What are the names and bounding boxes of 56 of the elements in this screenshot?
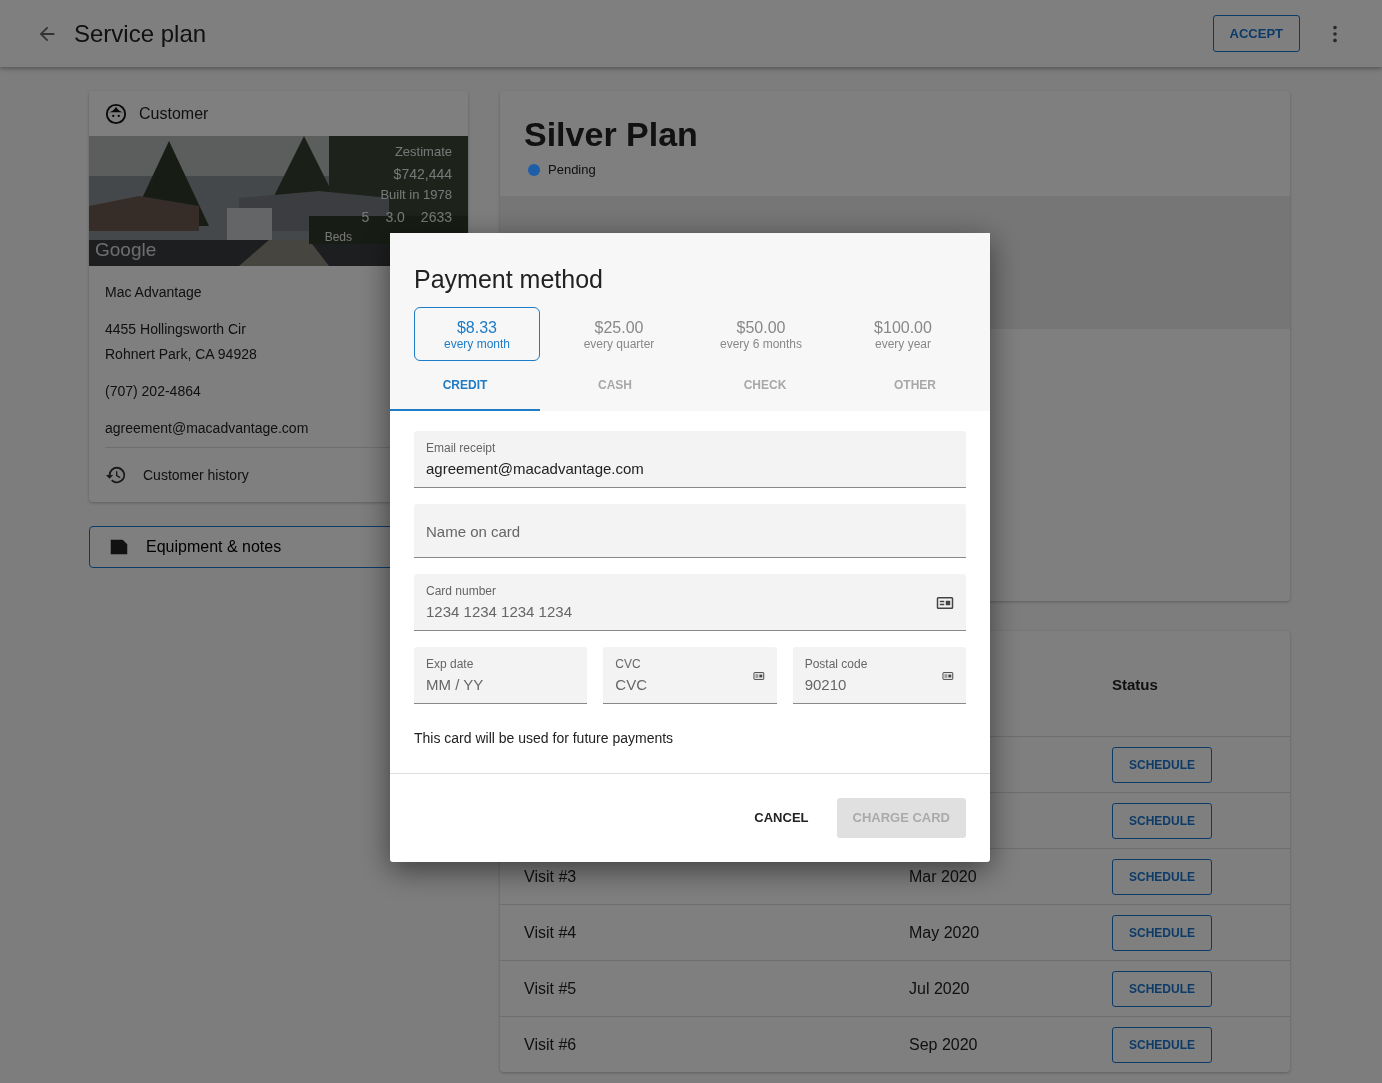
customer-name: Mac Advantage <box>105 283 203 302</box>
zestimate-label: Zestimate <box>393 143 452 161</box>
schedule-button[interactable]: SCHEDULE <box>1112 914 1212 951</box>
page-title: Service plan <box>74 18 207 49</box>
input-field[interactable]: CVC <box>615 674 745 697</box>
zestimate-value: $742,444 <box>392 164 452 184</box>
input-field[interactable]: 90210 <box>804 674 935 697</box>
field-label: Card number <box>426 583 498 601</box>
input-field[interactable]: MM / YY <box>426 674 576 697</box>
visit-date: Mar 2020 <box>909 866 978 887</box>
schedule-button[interactable]: SCHEDULE <box>1112 802 1212 839</box>
built-year: Built in 1978 <box>379 186 452 205</box>
price-option[interactable]: $8.33 every month <box>414 306 540 362</box>
card-title: Customer <box>139 103 209 124</box>
visit-name: Visit #4 <box>524 922 578 943</box>
face-icon <box>105 102 127 125</box>
helper-text: This card will be used for future payments <box>414 729 675 749</box>
field-label: Exp date <box>426 656 475 674</box>
input-field[interactable]: Name on card <box>426 520 954 544</box>
input-field[interactable]: Email receipt agreement@macadvantage.com <box>414 431 966 489</box>
input-field[interactable]: Postal code 90210 <box>792 647 966 705</box>
input-field[interactable]: CVC CVC <box>603 647 777 705</box>
plan-title: Silver Plan <box>524 114 699 155</box>
email-address: agreement@macadvantage.com <box>105 419 310 438</box>
photo-credit: Google <box>95 237 157 262</box>
visit-date: Jul 2020 <box>909 978 971 999</box>
visit-name: Visit #6 <box>524 1034 578 1055</box>
address-line: 4455 Hollingsworth Cir <box>105 320 247 339</box>
field-label: CVC <box>615 656 642 674</box>
field-label: Postal code <box>804 656 869 674</box>
stat-label: Beds <box>324 229 352 247</box>
history-icon <box>105 464 127 486</box>
price-option[interactable]: $100.00 every year <box>840 306 966 362</box>
input-field[interactable]: Card number 1234 1234 1234 1234 <box>414 574 966 632</box>
accept-button[interactable]: ACCEPT <box>1212 14 1300 53</box>
stat-value: 2633 <box>420 208 452 227</box>
price-option[interactable]: $50.00 every 6 months <box>698 306 824 362</box>
schedule-button[interactable]: SCHEDULE <box>1112 858 1212 895</box>
status-label: Pending <box>548 161 596 179</box>
price-option[interactable]: $25.00 every quarter <box>556 306 682 362</box>
visit-name: Visit #3 <box>524 866 578 887</box>
visit-name: Visit #5 <box>524 978 578 999</box>
cancel-button[interactable]: CANCEL <box>742 798 821 838</box>
schedule-button[interactable]: SCHEDULE <box>1112 746 1212 783</box>
payment-tab[interactable]: CREDIT <box>390 361 540 412</box>
schedule-button[interactable]: SCHEDULE <box>1112 1026 1212 1063</box>
visit-date: Sep 2020 <box>909 1034 979 1055</box>
visit-date: May 2020 <box>909 922 981 943</box>
input-field[interactable]: Name on card <box>414 504 966 559</box>
stat-value: 5 <box>361 208 370 227</box>
input-field[interactable]: Exp date MM / YY <box>414 647 588 705</box>
input-field[interactable]: 1234 1234 1234 1234 <box>426 601 928 624</box>
dialog-title: Payment method <box>414 264 604 295</box>
stat-value: 3.0 <box>385 208 405 227</box>
column-header: Status <box>1112 674 1158 695</box>
schedule-button[interactable]: SCHEDULE <box>1112 970 1212 1007</box>
